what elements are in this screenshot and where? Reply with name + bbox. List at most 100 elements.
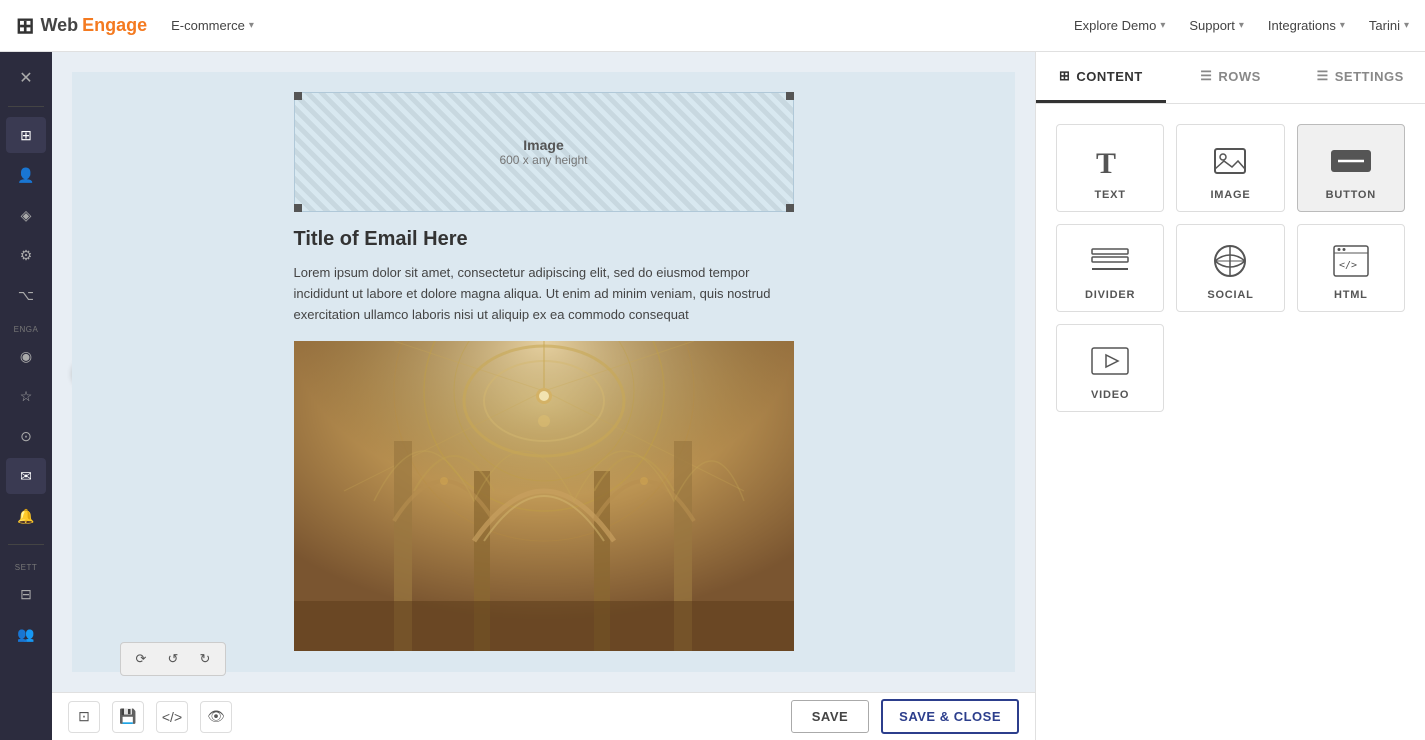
social-block-icon (1212, 241, 1248, 281)
content-tab-icon: ⊞ (1059, 68, 1070, 84)
resize-handle-tr[interactable] (786, 92, 794, 100)
ecommerce-label: E-commerce (171, 18, 245, 33)
text-block-icon: T (1092, 141, 1128, 181)
ecommerce-nav[interactable]: E-commerce ▾ (171, 18, 254, 33)
panel-tabs: ⊞ CONTENT ☰ ROWS ☰ SETTINGS (1036, 52, 1425, 104)
sidebar-item-settings[interactable]: ⊟ (6, 576, 46, 612)
html-block-label: HTML (1334, 289, 1368, 301)
video-block-icon (1090, 341, 1130, 381)
sidebar-close-button[interactable]: ✕ (6, 60, 46, 96)
tab-content[interactable]: ⊞ CONTENT (1036, 52, 1166, 103)
content-tab-label: CONTENT (1076, 69, 1142, 84)
left-sidebar: ✕ ⊞ 👤 ◈ ⚙ ⌥ ENGA ◉ ☆ ⊙ ✉ 🔔 (0, 52, 52, 740)
save-draft-button[interactable]: 💾 (112, 701, 144, 733)
email-title[interactable]: Title of Email Here (294, 228, 794, 251)
help-icon: ☆ (20, 388, 33, 405)
canvas-content: + Image 600 x any height Title of Email … (52, 52, 1035, 692)
sidebar-divider-2 (8, 544, 44, 545)
divider-block-icon (1090, 241, 1130, 281)
undo-redo-toolbar: ⟳ ↺ ↻ (120, 642, 226, 676)
sidebar-item-segments[interactable]: ◈ (6, 197, 46, 233)
responsive-view-button[interactable]: ⊡ (68, 701, 100, 733)
user-chevron: ▾ (1404, 20, 1409, 31)
sidebar-item-users[interactable]: 👤 (6, 157, 46, 193)
support-nav[interactable]: Support ▾ (1189, 18, 1244, 33)
svg-text:</>: </> (1339, 260, 1357, 271)
image-block-item[interactable]: IMAGE (1176, 124, 1284, 212)
image-placeholder-sub: 600 x any height (499, 153, 587, 167)
user-nav[interactable]: Tarini ▾ (1369, 18, 1409, 33)
user-label: Tarini (1369, 18, 1400, 33)
history-button[interactable]: ⟳ (127, 645, 155, 673)
ecommerce-chevron: ▾ (249, 20, 254, 31)
redo-button[interactable]: ↻ (191, 645, 219, 673)
logo-web: Web (40, 15, 78, 36)
integrations-nav[interactable]: Integrations ▾ (1268, 18, 1345, 33)
main-layout: ✕ ⊞ 👤 ◈ ⚙ ⌥ ENGA ◉ ☆ ⊙ ✉ 🔔 (0, 52, 1425, 740)
resize-handle-bl[interactable] (294, 204, 302, 212)
html-view-icon: </> (162, 709, 182, 725)
email-canvas: Image 600 x any height Title of Email He… (72, 72, 1015, 672)
sidebar-item-events[interactable]: ⚙ (6, 237, 46, 273)
blocks-grid: T TEXT IMAGE (1056, 124, 1405, 412)
save-close-button[interactable]: SAVE & CLOSE (881, 699, 1019, 734)
support-chevron: ▾ (1239, 20, 1244, 31)
sidebar-item-admin[interactable]: 👥 (6, 616, 46, 652)
email-body-text[interactable]: Lorem ipsum dolor sit amet, consectetur … (294, 263, 794, 325)
undo-button[interactable]: ↺ (159, 645, 187, 673)
explore-demo-label: Explore Demo (1074, 18, 1156, 33)
logo-engage: Engage (82, 15, 147, 36)
top-nav: ⊞ WebEngage E-commerce ▾ Explore Demo ▾ … (0, 0, 1425, 52)
sidebar-divider-1 (8, 106, 44, 107)
text-block-item[interactable]: T TEXT (1056, 124, 1164, 212)
save-button[interactable]: SAVE (791, 700, 869, 733)
canvas-toolbar: ⊡ 💾 </> 👁 ⟳ ↺ ↻ SAVE SAVE & CLOSE (52, 692, 1035, 740)
sidebar-item-email[interactable]: ✉ (6, 458, 46, 494)
svg-text:T: T (1096, 147, 1116, 179)
admin-icon: 👥 (17, 626, 34, 643)
text-block-label: TEXT (1095, 189, 1126, 201)
integrations-chevron: ▾ (1340, 20, 1345, 31)
html-block-icon: </> (1332, 241, 1370, 281)
sidebar-item-live[interactable]: ◉ (6, 338, 46, 374)
divider-block-item[interactable]: DIVIDER (1056, 224, 1164, 312)
html-view-button[interactable]: </> (156, 701, 188, 733)
video-block-item[interactable]: VIDEO (1056, 324, 1164, 412)
video-block-label: VIDEO (1091, 389, 1129, 401)
sidebar-item-dashboard[interactable]: ⊞ (6, 117, 46, 153)
image-block-icon (1212, 141, 1248, 181)
settings-tab-icon: ☰ (1317, 68, 1329, 84)
sidebar-item-help[interactable]: ☆ (6, 378, 46, 414)
explore-demo-chevron: ▾ (1160, 20, 1165, 31)
inapp-icon: ⊙ (20, 428, 32, 445)
image-placeholder[interactable]: Image 600 x any height (294, 92, 794, 212)
html-block-item[interactable]: </> HTML (1297, 224, 1405, 312)
right-panel: ⊞ CONTENT ☰ ROWS ☰ SETTINGS T (1035, 52, 1425, 740)
social-block-item[interactable]: SOCIAL (1176, 224, 1284, 312)
architecture-image[interactable] (294, 341, 794, 651)
canvas-area: + Image 600 x any height Title of Email … (52, 52, 1035, 740)
sidebar-item-inapp[interactable]: ⊙ (6, 418, 46, 454)
settings-section-label: SETT (15, 563, 37, 572)
settings-icon: ⊟ (20, 586, 32, 603)
tab-settings[interactable]: ☰ SETTINGS (1295, 52, 1425, 103)
resize-handle-br[interactable] (786, 204, 794, 212)
social-block-label: SOCIAL (1207, 289, 1253, 301)
image-placeholder-label: Image (523, 137, 563, 153)
architecture-svg (294, 341, 794, 651)
resize-handle-tl[interactable] (294, 92, 302, 100)
button-block-item[interactable]: BUTTON (1297, 124, 1405, 212)
save-draft-icon: 💾 (119, 708, 136, 725)
preview-button[interactable]: 👁 (200, 701, 232, 733)
sidebar-item-notification[interactable]: 🔔 (6, 498, 46, 534)
tab-rows[interactable]: ☰ ROWS (1166, 52, 1296, 103)
button-block-icon (1330, 141, 1372, 181)
logo: ⊞ WebEngage (16, 13, 147, 39)
integrations-label: Integrations (1268, 18, 1336, 33)
explore-demo-nav[interactable]: Explore Demo ▾ (1074, 18, 1165, 33)
divider-block-label: DIVIDER (1085, 289, 1135, 301)
settings-tab-label: SETTINGS (1335, 69, 1404, 84)
panel-content: T TEXT IMAGE (1036, 104, 1425, 740)
dashboard-icon: ⊞ (20, 127, 32, 144)
sidebar-item-flows[interactable]: ⌥ (6, 277, 46, 313)
